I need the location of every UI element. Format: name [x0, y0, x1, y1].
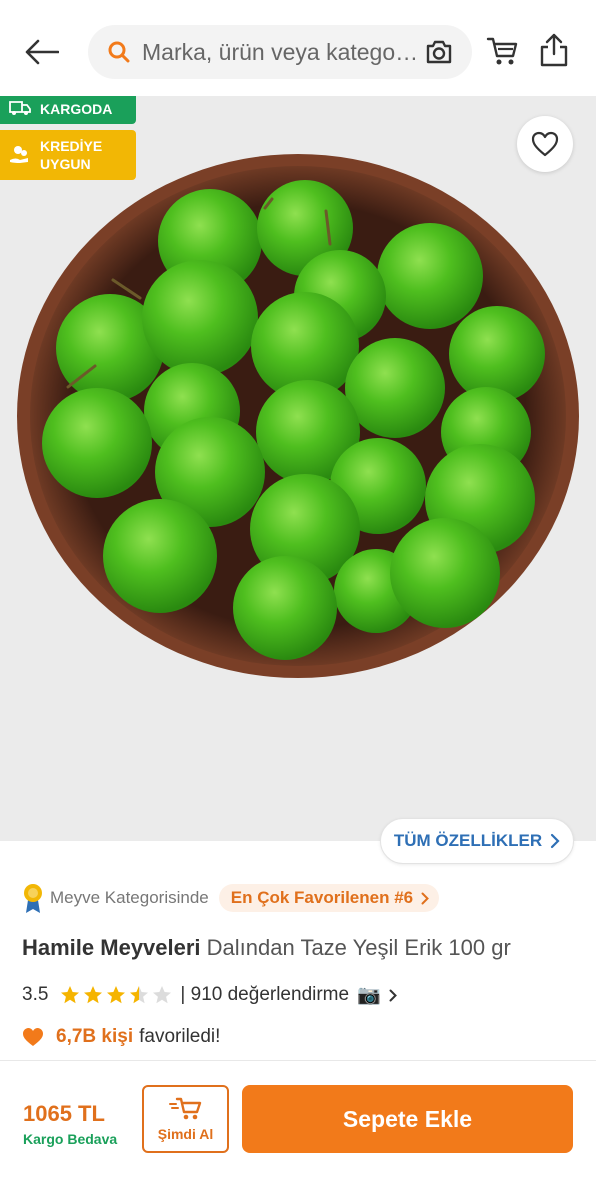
fast-cart-icon — [168, 1097, 201, 1120]
coins-hand-icon — [10, 146, 28, 163]
rating-score: 3.5 — [22, 984, 49, 1005]
credit-badge-line2: UYGUN — [40, 156, 91, 172]
add-to-cart-label: Sepete Ekle — [342, 1105, 473, 1132]
rating-row[interactable]: 3.5 | 910 değerlendirme 📷 — [22, 981, 397, 1009]
favorite-count-row: 6,7B kişi favoriledi! — [22, 1023, 220, 1051]
search-placeholder: Marka, ürün veya katego… — [142, 38, 419, 65]
review-count: | 910 değerlendirme — [180, 984, 350, 1005]
all-specs-label: TÜM ÖZELLİKLER — [393, 831, 543, 850]
arrow-left-icon — [25, 39, 59, 65]
truck-icon — [9, 101, 31, 115]
category-rank-row: Meyve Kategorisinde En Çok Favorilenen #… — [22, 881, 440, 915]
heart-filled-icon — [23, 1028, 43, 1046]
product-image — [17, 154, 579, 678]
cart-icon[interactable] — [486, 34, 520, 68]
photo-reviews-icon: 📷 — [357, 985, 381, 1006]
chevron-right-icon — [421, 892, 430, 904]
all-specs-button[interactable]: TÜM ÖZELLİKLER — [380, 818, 574, 864]
chevron-right-icon — [389, 989, 397, 1001]
buy-now-label: Şimdi Al — [157, 1126, 214, 1142]
star-icon — [130, 986, 149, 1004]
search-icon — [106, 39, 132, 65]
star-icon — [153, 986, 172, 1004]
star-icon — [61, 986, 80, 1004]
credit-badge-line1: KREDİYE — [40, 138, 103, 154]
medal-icon — [24, 884, 42, 913]
heart-outline-icon — [531, 131, 559, 157]
credit-badge: KREDİYE UYGUN — [0, 130, 136, 180]
buy-now-button[interactable]: Şimdi Al — [142, 1085, 229, 1153]
star-icon — [84, 986, 103, 1004]
search-bar[interactable]: Marka, ürün veya katego… — [88, 25, 472, 79]
favorite-suffix: favoriledi! — [139, 1026, 221, 1047]
top-header: Marka, ürün veya katego… — [0, 0, 596, 96]
purchase-bar: 1065 TL Kargo Bedava Şimdi Al Sepete Ekl… — [0, 1060, 596, 1200]
add-to-cart-button[interactable]: Sepete Ekle — [242, 1085, 573, 1153]
product-title: Hamile Meyveleri Dalından Taze Yeşil Eri… — [22, 935, 511, 961]
cargo-badge-label: KARGODA — [40, 101, 113, 117]
back-button[interactable] — [20, 30, 64, 74]
favorite-count: 6,7B kişi — [56, 1026, 134, 1047]
category-text: Meyve Kategorisinde — [50, 888, 209, 907]
share-icon[interactable] — [538, 32, 570, 68]
camera-search-icon[interactable] — [424, 38, 454, 66]
rating-stars — [60, 985, 172, 1005]
favorite-button[interactable] — [517, 116, 573, 172]
chevron-right-icon — [551, 833, 560, 849]
top-favorited-pill[interactable]: En Çok Favorilenen #6 — [218, 884, 440, 912]
product-name: Dalından Taze Yeşil Erik 100 gr — [206, 935, 511, 960]
product-image-gallery[interactable]: KARGODA KREDİYE UYGUN — [0, 96, 596, 841]
star-icon — [107, 986, 126, 1004]
top-favorited-label: En Çok Favorilenen #6 — [230, 888, 414, 907]
product-brand[interactable]: Hamile Meyveleri — [22, 935, 201, 960]
free-shipping-label: Kargo Bedava — [23, 1131, 118, 1147]
price: 1065 TL — [23, 1101, 105, 1126]
cargo-badge: KARGODA — [0, 96, 136, 124]
